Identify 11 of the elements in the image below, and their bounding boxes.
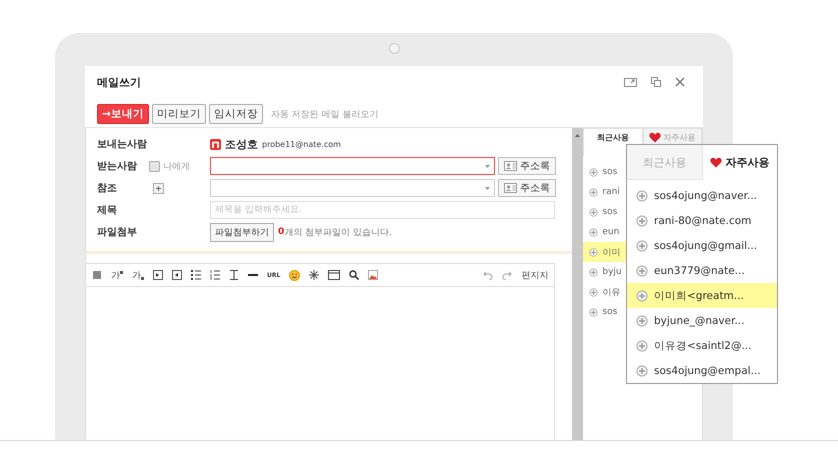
checkbox-label: 나에게 [163, 160, 190, 172]
field-label: 제목 [97, 204, 117, 217]
field-label: 파일첨부 [97, 226, 137, 239]
sender-name: 조성호 [225, 136, 258, 152]
field-label: 받는사람 [97, 160, 137, 173]
field-label: 보내는사람 [97, 138, 147, 151]
window-title: 메일쓰기 [97, 75, 141, 90]
attachment-note: 개의 첨부파일이 있습니다. [284, 226, 392, 238]
attachment-count: 0 [278, 227, 284, 237]
sender-email: probe11@nate.com [262, 140, 341, 148]
field-label: 참조 [97, 182, 117, 195]
